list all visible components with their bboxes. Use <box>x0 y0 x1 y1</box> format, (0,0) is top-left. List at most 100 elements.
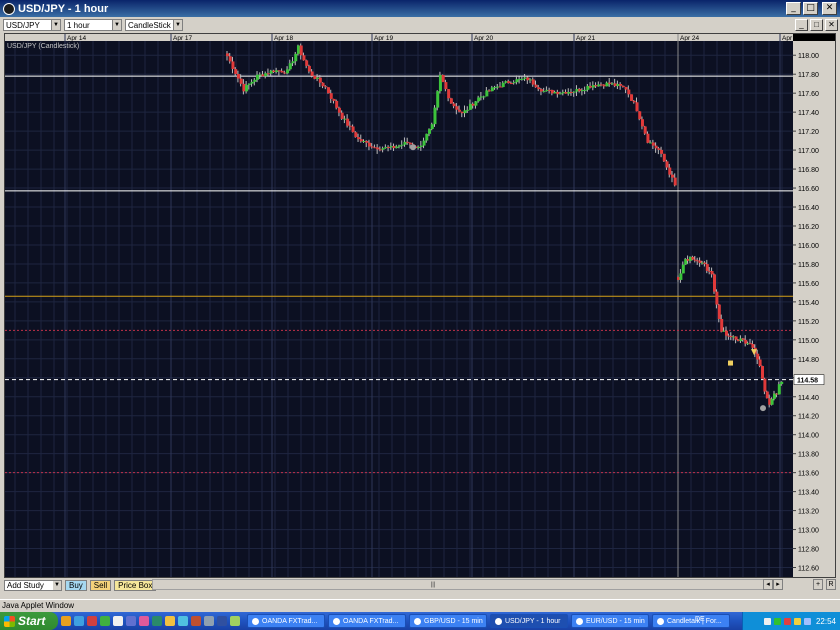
title-bar[interactable]: USD/JPY - 1 hour _ □ ✕ <box>0 0 840 17</box>
candle-body <box>305 60 309 66</box>
candle-body <box>228 56 232 62</box>
tray-icon[interactable] <box>773 617 781 625</box>
quicklaunch-browser-icon[interactable] <box>74 616 84 626</box>
tray-icon[interactable] <box>803 617 811 625</box>
instrument-select[interactable]: USD/JPY ▼ <box>3 19 61 31</box>
price-box-button[interactable]: Price Box <box>114 579 157 591</box>
taskbar-window-button[interactable]: Candletalk | For... <box>652 614 730 628</box>
quicklaunch-app-icon[interactable] <box>191 616 201 626</box>
candle-body <box>770 398 774 405</box>
quicklaunch-app-icon[interactable] <box>204 616 214 626</box>
candle-body <box>245 84 249 92</box>
candle-body <box>376 147 380 150</box>
instrument-value: USD/JPY <box>6 20 40 30</box>
language-indicator[interactable]: DE <box>695 616 705 623</box>
reset-button[interactable]: R <box>826 579 836 590</box>
quicklaunch-app-icon[interactable] <box>152 616 162 626</box>
taskbar-window-label: GBP/USD - 15 min <box>424 617 483 625</box>
candle-body <box>247 83 251 85</box>
candle-body <box>253 79 257 82</box>
date-tick-label: Apr 14 <box>67 35 87 42</box>
candle-body <box>559 93 563 95</box>
scroll-grip-icon[interactable]: ||| <box>429 582 437 588</box>
candle-body <box>296 45 300 54</box>
date-tick-label: Apr 2 <box>782 35 798 42</box>
candle-body <box>455 106 459 110</box>
quicklaunch-app-icon[interactable] <box>100 616 110 626</box>
price-tick-label: 114.00 <box>798 433 819 440</box>
candle-body <box>635 102 639 112</box>
candle-body <box>291 61 295 64</box>
candle-body <box>627 89 631 95</box>
candle-body <box>348 125 352 127</box>
candlestick-chart[interactable]: Apr 14 Apr 17 Apr 18 Apr 19 Apr 20 Apr 21 Apr … <box>5 34 835 577</box>
chart-close-button[interactable]: ✕ <box>825 19 838 31</box>
quicklaunch-app-icon[interactable] <box>165 616 175 626</box>
candle-body <box>569 91 573 93</box>
tray-icon[interactable] <box>783 617 791 625</box>
window-app-icon <box>657 617 664 625</box>
quicklaunch-app-icon[interactable] <box>139 616 149 626</box>
candle-body <box>542 91 546 93</box>
timeframe-select[interactable]: 1 hour ▼ <box>64 19 122 31</box>
candle-body <box>537 87 541 90</box>
quicklaunch-app-icon[interactable] <box>126 616 136 626</box>
candle-body <box>354 132 358 138</box>
candle-body <box>397 145 401 147</box>
taskbar-window-button[interactable]: OANDA FXTrad... <box>247 614 325 628</box>
start-button[interactable]: Start <box>0 612 58 630</box>
taskbar-window-button[interactable]: GBP/USD - 15 min <box>409 614 487 628</box>
price-tick-label: 115.40 <box>798 300 819 307</box>
zoom-in-button[interactable]: + <box>813 579 823 590</box>
buy-button[interactable]: Buy <box>65 579 87 591</box>
candle-body <box>662 153 666 162</box>
candle-body <box>302 55 306 61</box>
taskbar-window-button[interactable]: EUR/USD - 15 min <box>571 614 649 628</box>
quicklaunch-folder-icon[interactable] <box>61 616 71 626</box>
chart-restore-button[interactable]: □ <box>810 19 823 31</box>
chart-type-select[interactable]: CandleStick ▼ <box>125 19 183 31</box>
chart-minimize-button[interactable]: _ <box>795 19 808 31</box>
chevron-down-icon: ▼ <box>53 580 61 590</box>
scroll-left-button[interactable]: ◂ <box>763 579 773 590</box>
candle-body <box>226 53 229 57</box>
quicklaunch-app-icon[interactable] <box>87 616 97 626</box>
tray-icon[interactable] <box>793 617 801 625</box>
candle-body <box>613 83 617 87</box>
price-tick-label: 116.60 <box>798 186 819 193</box>
candle-body <box>378 149 382 151</box>
candle-body <box>660 149 664 154</box>
window-app-icon <box>495 617 502 625</box>
candle-body <box>780 381 784 385</box>
close-button[interactable]: ✕ <box>822 2 837 15</box>
candle-body <box>231 61 235 70</box>
quicklaunch-app-icon[interactable] <box>230 616 240 626</box>
candle-body <box>242 83 246 92</box>
add-study-select[interactable]: Add Study ▼ <box>4 579 62 591</box>
scroll-right-button[interactable]: ▸ <box>773 579 783 590</box>
minimize-button[interactable]: _ <box>786 2 801 15</box>
quicklaunch-app-icon[interactable] <box>178 616 188 626</box>
candle-body <box>337 107 341 113</box>
taskbar-window-button[interactable]: USD/JPY - 1 hour <box>490 614 568 628</box>
candle-body <box>713 274 716 292</box>
chart-area[interactable]: Apr 14 Apr 17 Apr 18 Apr 19 Apr 20 Apr 21 Apr … <box>4 33 836 578</box>
maximize-button[interactable]: □ <box>803 2 818 15</box>
candle-body <box>479 96 483 98</box>
tray-icon[interactable] <box>763 617 771 625</box>
taskbar-window-label: USD/JPY - 1 hour <box>505 617 561 625</box>
candle-body <box>468 103 472 110</box>
candle-body <box>329 93 333 99</box>
candle-body <box>741 338 745 340</box>
candle-body <box>256 74 260 80</box>
sell-button[interactable]: Sell <box>89 579 112 591</box>
candle-body <box>715 291 719 305</box>
candle-body <box>717 304 721 319</box>
quicklaunch-app-icon[interactable] <box>217 616 227 626</box>
date-tick-label: Apr 17 <box>173 35 193 42</box>
candle-body <box>367 142 371 147</box>
taskbar-window-button[interactable]: OANDA FXTrad... <box>328 614 406 628</box>
quicklaunch-app-icon[interactable] <box>113 616 123 626</box>
price-tick-label: 114.80 <box>798 357 819 364</box>
horizontal-scrollbar[interactable]: ||| <box>152 579 772 590</box>
